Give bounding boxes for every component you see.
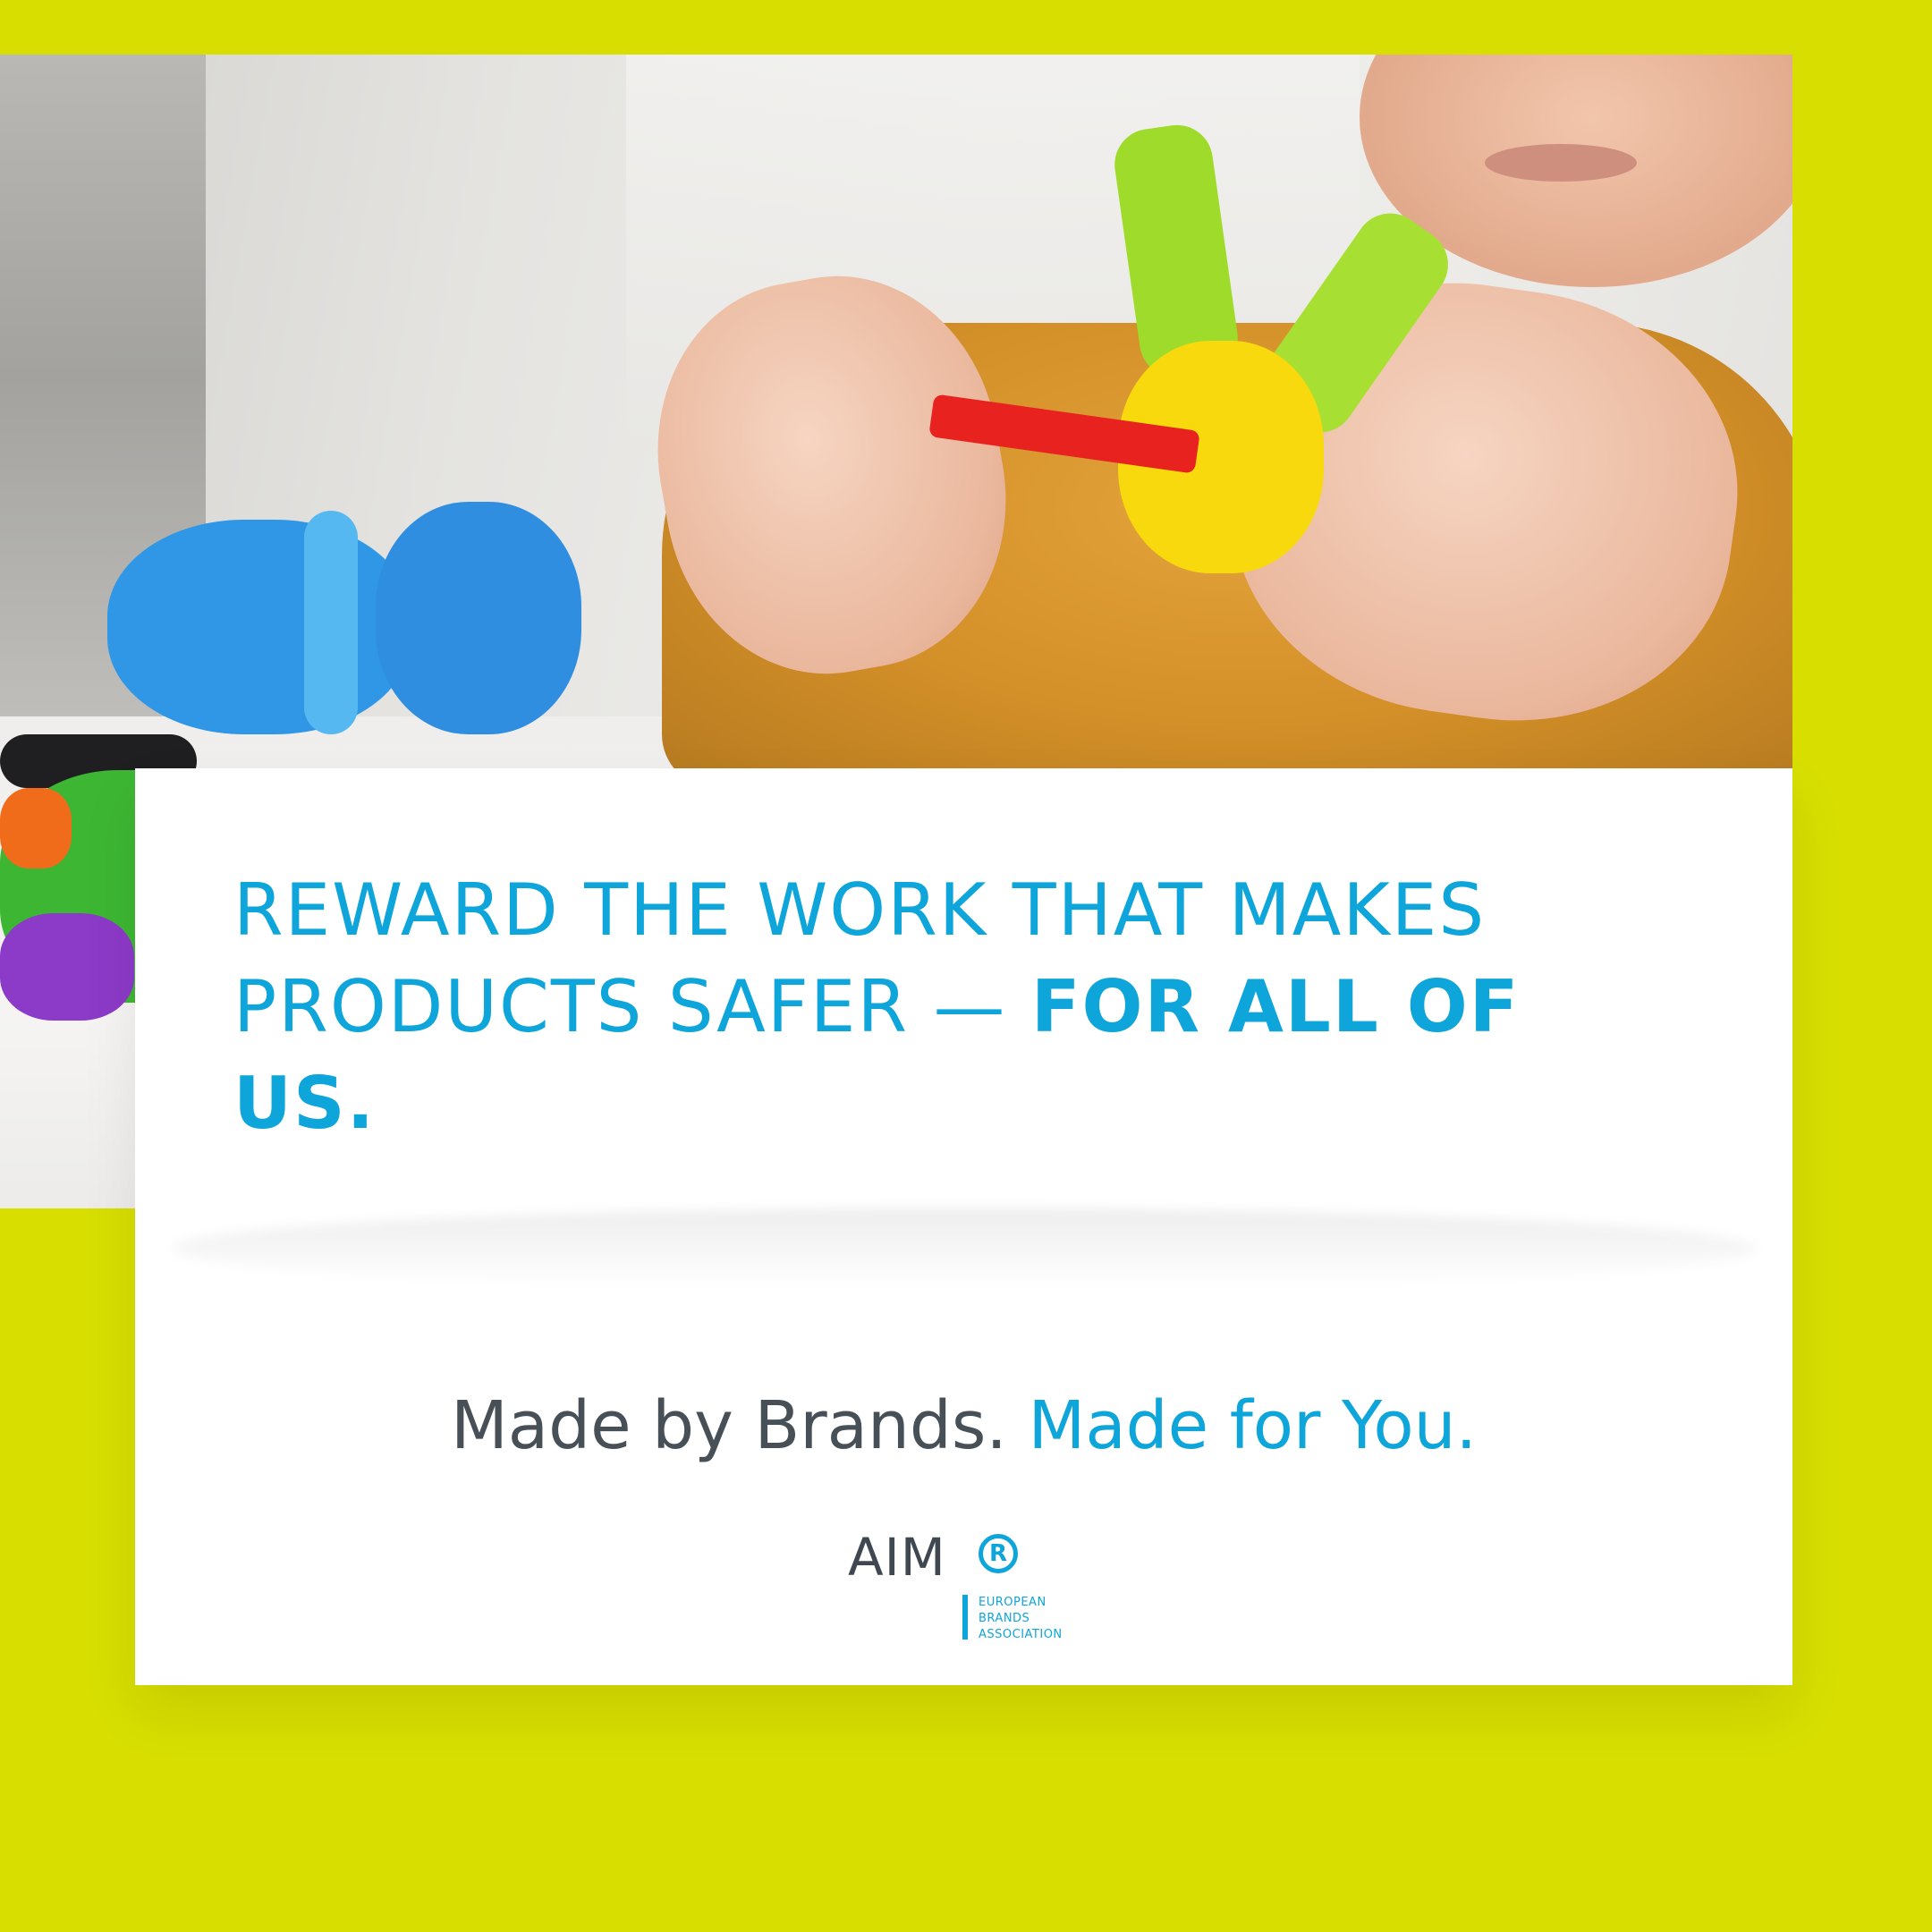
tagline-part1: Made by Brands. xyxy=(450,1387,1007,1464)
logo-subtitle-line: BRANDS xyxy=(979,1612,1030,1625)
logo-wordmark: AIM xyxy=(848,1527,946,1588)
tagline: Made by Brands. Made for You. xyxy=(135,1385,1792,1466)
registered-mark-icon: R xyxy=(979,1534,1018,1573)
logo-subtitle-line: EUROPEAN xyxy=(979,1596,1046,1609)
headline: REWARD THE WORK THAT MAKES PRODUCTS SAFE… xyxy=(233,862,1629,1152)
logo-subtitle: EUROPEAN BRANDS ASSOCIATION xyxy=(979,1595,1104,1643)
photo-toy-blue-piece xyxy=(304,511,358,734)
photo-toy-blue-piece xyxy=(376,502,581,734)
card-divider-shadow xyxy=(171,1208,1757,1289)
photo-child-lips xyxy=(1485,144,1637,182)
logo-divider-bar xyxy=(962,1595,968,1640)
photo-toy-blue-piece xyxy=(107,520,411,734)
headline-line3-bold: US. xyxy=(233,1062,376,1145)
headline-line2-regular: PRODUCTS SAFER — xyxy=(233,965,1031,1048)
photo-toy-orange-piece xyxy=(0,788,72,869)
headline-line1: REWARD THE WORK THAT MAKES xyxy=(233,869,1487,952)
tagline-part2: Made for You. xyxy=(1028,1387,1478,1464)
aim-logo: AIM R EUROPEAN BRANDS ASSOCIATION xyxy=(848,1529,1098,1654)
headline-line2-bold: FOR ALL OF xyxy=(1030,965,1521,1048)
message-card: REWARD THE WORK THAT MAKES PRODUCTS SAFE… xyxy=(135,768,1792,1685)
photo-toy-purple-piece xyxy=(0,913,134,1021)
logo-subtitle-line: ASSOCIATION xyxy=(979,1628,1063,1641)
